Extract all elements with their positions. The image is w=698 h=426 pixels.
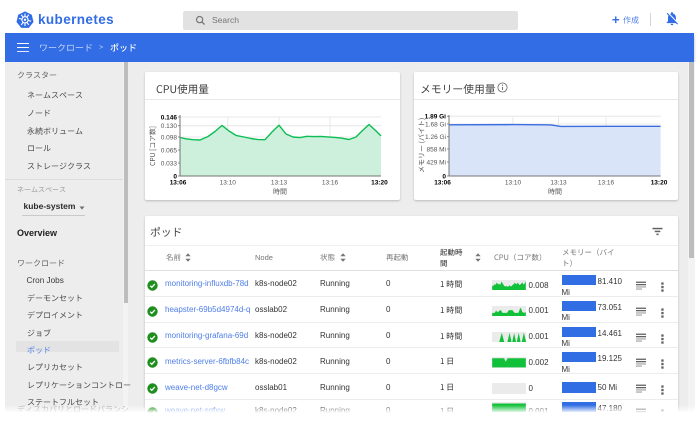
svg-text:13:13: 13:13: [550, 179, 567, 186]
svg-text:1.68 Gi: 1.68 Gi: [425, 121, 446, 128]
svg-text:0.065: 0.065: [161, 147, 178, 154]
svg-text:13:10: 13:10: [505, 179, 522, 186]
svg-text:0.098: 0.098: [161, 134, 178, 141]
svg-text:0.146: 0.146: [161, 114, 178, 121]
svg-text:13:06: 13:06: [170, 179, 187, 186]
svg-text:0.130: 0.130: [161, 123, 178, 130]
svg-text:13:16: 13:16: [598, 179, 615, 186]
svg-text:429 Mi: 429 Mi: [426, 159, 446, 166]
svg-text:13:06: 13:06: [434, 179, 451, 186]
svg-text:13:13: 13:13: [271, 179, 288, 186]
svg-text:1.26 Gi: 1.26 Gi: [425, 134, 446, 141]
svg-text:1.89 Gi: 1.89 Gi: [425, 114, 447, 121]
svg-text:13:20: 13:20: [371, 179, 388, 186]
svg-text:0.033: 0.033: [161, 160, 178, 167]
svg-text:13:20: 13:20: [651, 179, 668, 186]
svg-text:13:10: 13:10: [220, 179, 237, 186]
svg-text:858 Mi: 858 Mi: [426, 146, 446, 153]
svg-text:13:16: 13:16: [322, 179, 339, 186]
